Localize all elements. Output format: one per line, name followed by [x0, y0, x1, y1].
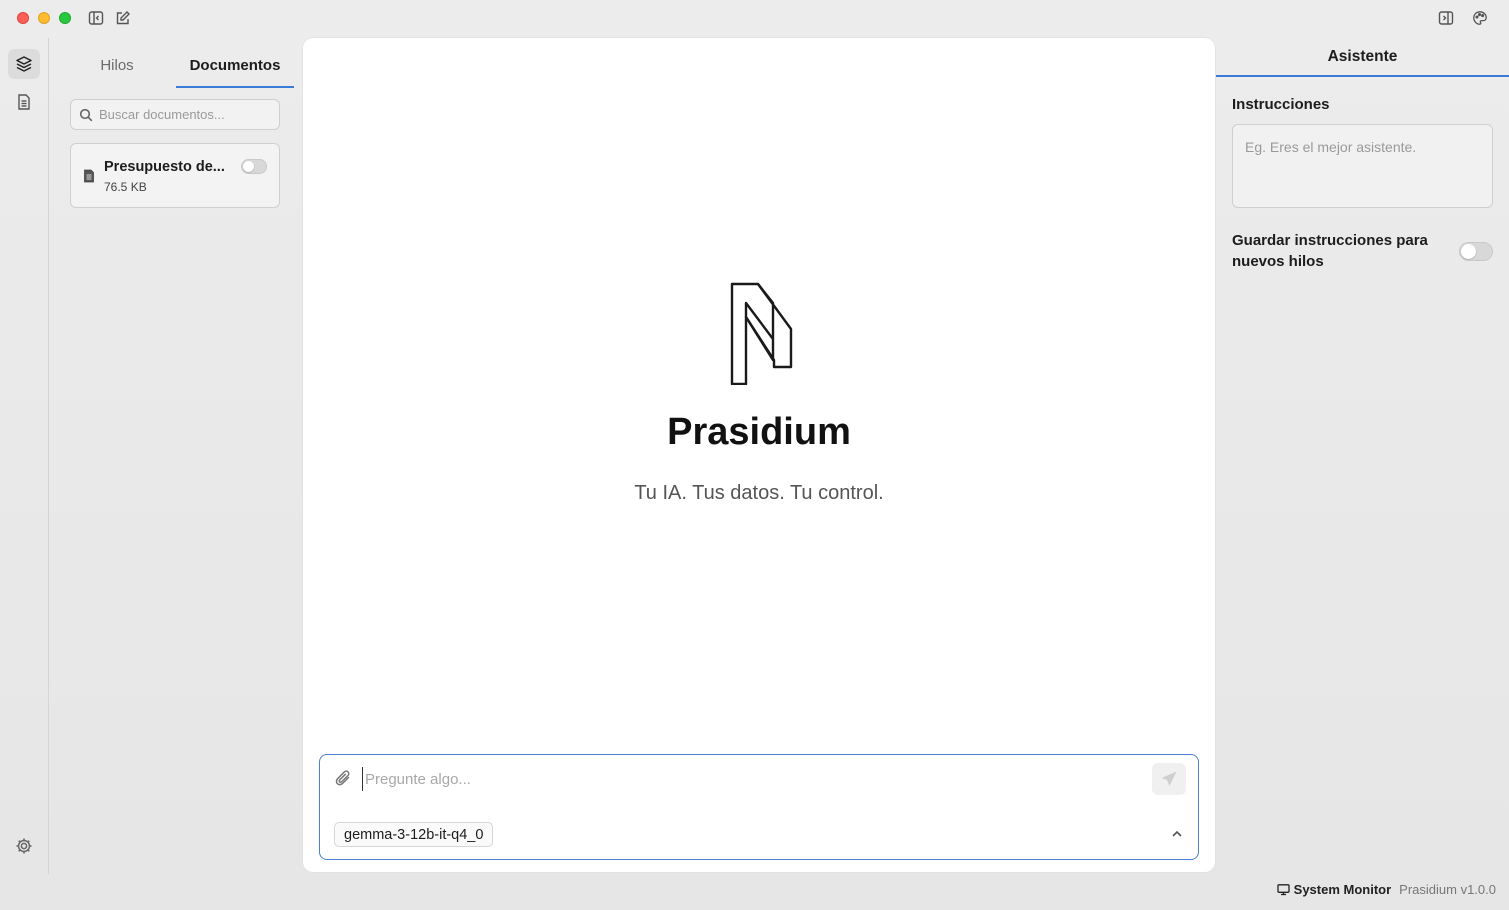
instructions-label: Instrucciones: [1232, 96, 1330, 113]
model-selector[interactable]: gemma-3-12b-it-q4_0: [334, 822, 494, 847]
theme-palette-icon[interactable]: [1471, 9, 1489, 27]
rail-layers-button[interactable]: [8, 49, 40, 79]
app-version: Prasidium v1.0.0: [1399, 882, 1496, 897]
message-input[interactable]: [362, 767, 1142, 791]
sidebar-tabs: Hilos Documentos: [58, 52, 294, 88]
maximize-window-button[interactable]: [59, 12, 71, 24]
app-name-heading: Prasidium: [667, 411, 851, 453]
search-icon: [79, 108, 93, 121]
chat-main: Prasidium Tu IA. Tus datos. Tu control. …: [303, 38, 1215, 872]
documents-sidebar: Hilos Documentos Presupuesto de... 76.5 …: [58, 38, 294, 874]
new-thread-icon[interactable]: [114, 9, 132, 27]
status-bar: System Monitor Prasidium v1.0.0: [1277, 882, 1496, 897]
instructions-textarea[interactable]: [1232, 124, 1493, 208]
tab-asistente[interactable]: Asistente: [1216, 38, 1509, 77]
minimize-window-button[interactable]: [38, 12, 50, 24]
system-monitor-button[interactable]: System Monitor: [1277, 882, 1392, 897]
window-controls: [17, 12, 71, 24]
attach-paperclip-icon[interactable]: [334, 769, 354, 789]
file-icon: [84, 169, 94, 183]
chevron-up-icon[interactable]: [1170, 827, 1184, 841]
document-icon: [18, 94, 30, 110]
tab-documentos[interactable]: Documentos: [176, 52, 294, 88]
monitor-icon: [1277, 884, 1290, 896]
document-enable-toggle[interactable]: [241, 159, 267, 174]
settings-gear-icon[interactable]: [14, 836, 34, 856]
app-tagline: Tu IA. Tus datos. Tu control.: [634, 482, 884, 504]
toggle-right-panel-icon[interactable]: [1437, 9, 1455, 27]
send-paper-plane-icon: [1161, 771, 1177, 786]
save-instructions-label: Guardar instrucciones para nuevos hilos: [1232, 232, 1428, 270]
message-composer: gemma-3-12b-it-q4_0: [319, 754, 1199, 860]
rail-documents-button[interactable]: [8, 87, 40, 117]
close-window-button[interactable]: [17, 12, 29, 24]
send-button[interactable]: [1152, 763, 1186, 795]
layers-icon: [16, 56, 32, 72]
document-search: [70, 99, 280, 130]
tab-hilos[interactable]: Hilos: [58, 52, 176, 88]
save-instructions-toggle[interactable]: [1459, 242, 1493, 261]
icon-rail: [0, 38, 49, 874]
toggle-sidebar-icon[interactable]: [87, 9, 105, 27]
document-item[interactable]: Presupuesto de... 76.5 KB: [70, 143, 280, 208]
system-monitor-label: System Monitor: [1293, 882, 1392, 897]
prasidium-logo-icon: [730, 282, 793, 385]
document-size: 76.5 KB: [104, 180, 147, 194]
search-input[interactable]: [99, 107, 269, 122]
app-window: Hilos Documentos Presupuesto de... 76.5 …: [0, 0, 1509, 910]
document-title: Presupuesto de...: [104, 159, 225, 175]
